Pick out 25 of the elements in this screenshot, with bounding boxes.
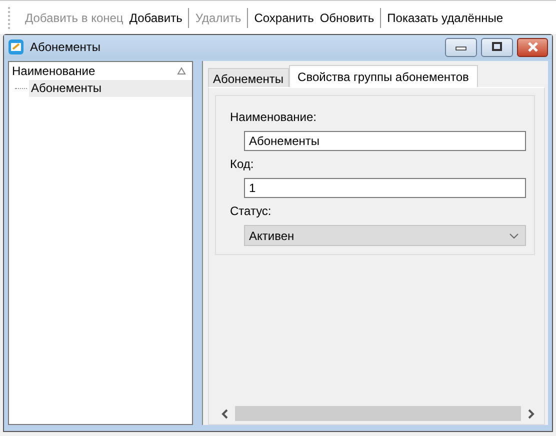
tree-item[interactable]: Абонементы xyxy=(29,80,192,97)
field-label: Статус: xyxy=(230,204,272,218)
close-button[interactable] xyxy=(517,38,548,56)
toolbar-button[interactable]: Добавить xyxy=(126,10,186,24)
app-icon xyxy=(8,39,24,55)
maximize-icon xyxy=(491,42,503,52)
toolbar-button[interactable]: Обновить xyxy=(316,10,378,24)
text-field[interactable]: 1 xyxy=(244,178,526,198)
field-label: Код: xyxy=(230,157,255,171)
chevron-down-icon xyxy=(509,232,519,238)
tab[interactable]: Свойства группы абонементов xyxy=(288,65,478,87)
toolbar-button[interactable]: Показать удалённые xyxy=(384,10,506,24)
toolbar-button[interactable]: Сохранить xyxy=(251,10,317,24)
text-field[interactable]: Абонементы xyxy=(244,131,526,151)
minimize-button[interactable] xyxy=(445,38,477,56)
column-header[interactable]: Наименование xyxy=(9,62,192,80)
status-dropdown[interactable]: Активен xyxy=(244,225,526,246)
field-label: Наименование: xyxy=(230,110,318,124)
scroll-left-icon xyxy=(221,408,229,418)
window-title: Абонементы xyxy=(30,40,101,54)
maximize-button[interactable] xyxy=(481,38,513,56)
scroll-right-icon xyxy=(527,408,535,418)
close-icon xyxy=(526,41,540,53)
tab[interactable]: Абонементы xyxy=(208,68,289,87)
sort-icon xyxy=(177,67,186,75)
